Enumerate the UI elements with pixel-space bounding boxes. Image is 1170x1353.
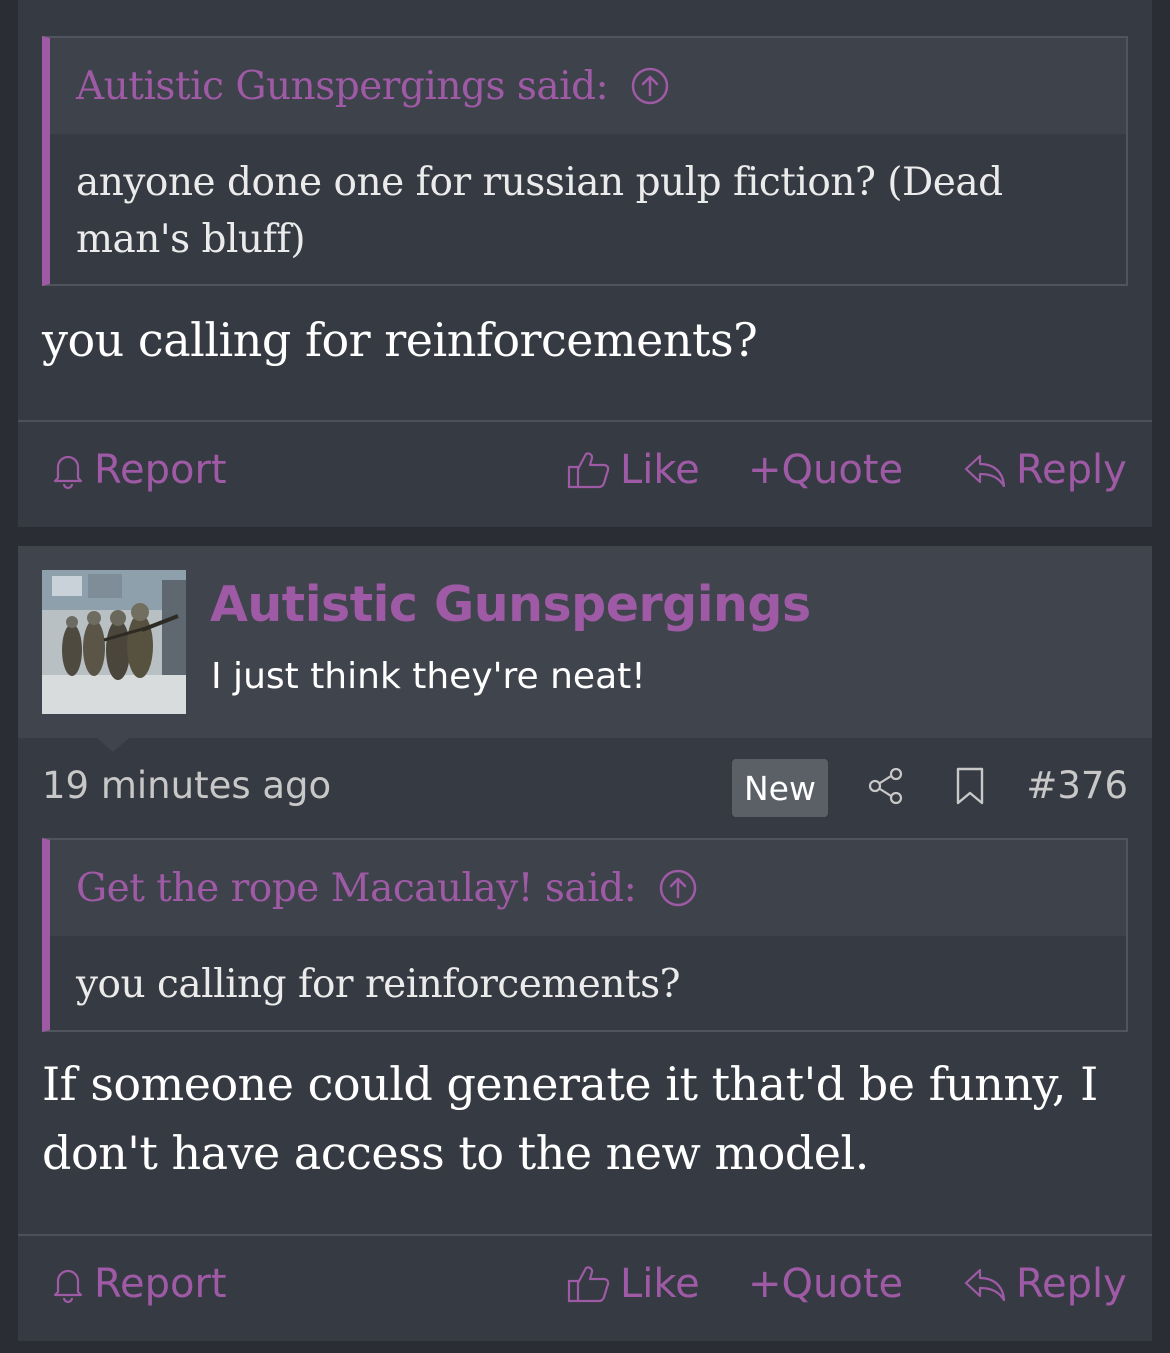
quote-label: +Quote: [748, 447, 904, 493]
quote-text: you calling for reinforcements?: [76, 962, 681, 1007]
reply-arrow-icon: [964, 1268, 1006, 1302]
reply-arrow-icon: [964, 454, 1006, 488]
reply-label: Reply: [1016, 447, 1127, 493]
reply-button[interactable]: Reply: [962, 442, 1127, 498]
report-button[interactable]: Report: [50, 442, 227, 498]
quote-header[interactable]: Get the rope Macaulay! said:: [50, 840, 1126, 936]
report-button[interactable]: Report: [50, 1256, 227, 1312]
post: Autistic Gunspergings said: anyone done …: [18, 0, 1152, 527]
header-caret: [97, 738, 129, 752]
like-label: Like: [620, 447, 700, 493]
arrow-up-circle-icon[interactable]: [658, 868, 698, 908]
post-body: you calling for reinforcements?: [42, 313, 758, 367]
username[interactable]: Autistic Gunspergings: [210, 576, 811, 633]
quote-block: Get the rope Macaulay! said: you calling…: [42, 838, 1128, 1032]
quote-author: Autistic Gunspergings said:: [76, 63, 609, 109]
quote-header[interactable]: Autistic Gunspergings said:: [50, 38, 1126, 134]
report-label: Report: [94, 447, 227, 493]
report-label: Report: [94, 1261, 227, 1307]
post-number[interactable]: #376: [1026, 764, 1128, 807]
bookmark-icon[interactable]: [952, 766, 988, 810]
post-meta: 19 minutes ago New #376: [18, 756, 1152, 820]
reply-label: Reply: [1016, 1261, 1127, 1307]
post-footer: Report Like +Quote Reply: [18, 420, 1152, 527]
bell-icon: [53, 455, 83, 490]
share-icon[interactable]: [866, 766, 906, 810]
quote-block: Autistic Gunspergings said: anyone done …: [42, 36, 1128, 286]
avatar[interactable]: [42, 570, 186, 714]
quote-button[interactable]: +Quote: [748, 1256, 903, 1312]
like-button[interactable]: Like: [566, 442, 700, 498]
quote-author: Get the rope Macaulay! said:: [76, 865, 637, 911]
quote-text: anyone done one for russian pulp fiction…: [76, 160, 1003, 262]
post-timestamp[interactable]: 19 minutes ago: [42, 764, 331, 807]
user-title: I just think they're neat!: [211, 656, 646, 697]
quote-button[interactable]: +Quote: [748, 442, 903, 498]
like-button[interactable]: Like: [566, 1256, 700, 1312]
post: Autistic Gunspergings I just think they'…: [18, 546, 1152, 1341]
like-label: Like: [620, 1261, 700, 1307]
thumbs-up-icon: [567, 452, 610, 489]
post-body: If someone could generate it that'd be f…: [42, 1057, 1098, 1180]
post-footer: Report Like +Quote Reply: [18, 1234, 1152, 1341]
post-header: Autistic Gunspergings I just think they'…: [18, 546, 1152, 738]
quote-label: +Quote: [748, 1261, 904, 1307]
thumbs-up-icon: [567, 1266, 610, 1303]
reply-button[interactable]: Reply: [962, 1256, 1127, 1312]
new-badge: New: [732, 759, 828, 817]
bell-icon: [53, 1269, 83, 1304]
arrow-up-circle-icon[interactable]: [630, 66, 670, 106]
